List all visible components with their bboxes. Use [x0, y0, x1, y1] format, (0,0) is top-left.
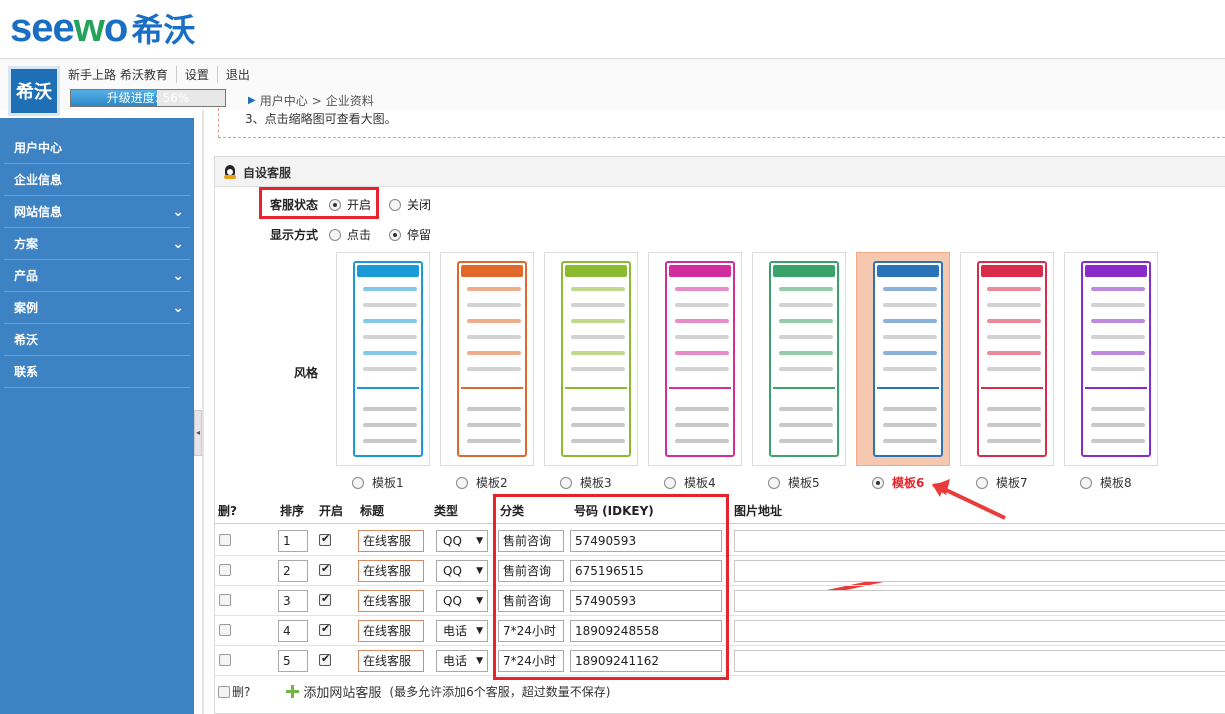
row-enabled-checkbox[interactable]: [319, 562, 331, 576]
row-enabled-checkbox[interactable]: [319, 592, 331, 606]
row-order-input[interactable]: 3: [278, 590, 308, 612]
row-delete-checkbox[interactable]: [219, 624, 231, 636]
th-delete: 删?: [218, 504, 237, 518]
row-image-url-input[interactable]: [734, 590, 1225, 612]
dropdown-arrow-icon: ▼: [476, 566, 483, 576]
row-order-input[interactable]: 4: [278, 620, 308, 642]
add-service-note: (最多允许添加6个客服，超过数量不保存): [389, 685, 611, 699]
row-order-input[interactable]: 1: [278, 530, 308, 552]
dropdown-arrow-icon: ▼: [476, 596, 483, 606]
row-type-select[interactable]: QQ ▼: [436, 530, 488, 552]
row-image-url-input[interactable]: [734, 650, 1225, 672]
row-type-select[interactable]: 电话 ▼: [436, 650, 488, 672]
row-title-input[interactable]: 在线客服: [358, 590, 424, 612]
row-title-input[interactable]: 在线客服: [358, 650, 424, 672]
row-order-input[interactable]: 2: [278, 560, 308, 582]
row-delete-checkbox[interactable]: [219, 594, 231, 606]
row-type-value: QQ: [443, 564, 462, 578]
row-order-input[interactable]: 5: [278, 650, 308, 672]
th-enabled: 开启: [319, 504, 344, 518]
row-enabled-checkbox[interactable]: [319, 652, 331, 666]
row-delete-checkbox[interactable]: [219, 534, 231, 546]
row-type-value: 电话: [443, 654, 468, 668]
row-title-input[interactable]: 在线客服: [358, 620, 424, 642]
row-type-select[interactable]: 电话 ▼: [436, 620, 488, 642]
dropdown-arrow-icon: ▼: [476, 536, 483, 546]
row-image-url-input[interactable]: [734, 530, 1225, 552]
th-type: 类型: [434, 504, 459, 518]
row-title-input[interactable]: 在线客服: [358, 560, 424, 582]
select-all-label: 删?: [232, 685, 251, 699]
th-title: 标题: [360, 504, 385, 518]
row-type-value: QQ: [443, 594, 462, 608]
add-service-link[interactable]: 添加网站客服: [303, 682, 381, 701]
add-icon[interactable]: [286, 685, 300, 698]
row-image-url-input[interactable]: [734, 620, 1225, 642]
table-footer: 删? 添加网站客服 (最多允许添加6个客服，超过数量不保存): [218, 682, 610, 701]
row-image-url-input[interactable]: [734, 560, 1225, 582]
row-type-value: 电话: [443, 624, 468, 638]
dropdown-arrow-icon: ▼: [476, 656, 483, 666]
th-image-url: 图片地址: [734, 504, 783, 518]
highlight-category-number: [493, 494, 729, 680]
row-enabled-checkbox[interactable]: [319, 622, 331, 636]
row-type-value: QQ: [443, 534, 462, 548]
select-all-checkbox[interactable]: [218, 685, 230, 698]
row-delete-checkbox[interactable]: [219, 654, 231, 666]
row-enabled-checkbox[interactable]: [319, 532, 331, 546]
row-type-select[interactable]: QQ ▼: [436, 560, 488, 582]
th-order: 排序: [280, 504, 305, 518]
row-type-select[interactable]: QQ ▼: [436, 590, 488, 612]
dropdown-arrow-icon: ▼: [476, 626, 483, 636]
row-delete-checkbox[interactable]: [219, 564, 231, 576]
row-title-input[interactable]: 在线客服: [358, 530, 424, 552]
